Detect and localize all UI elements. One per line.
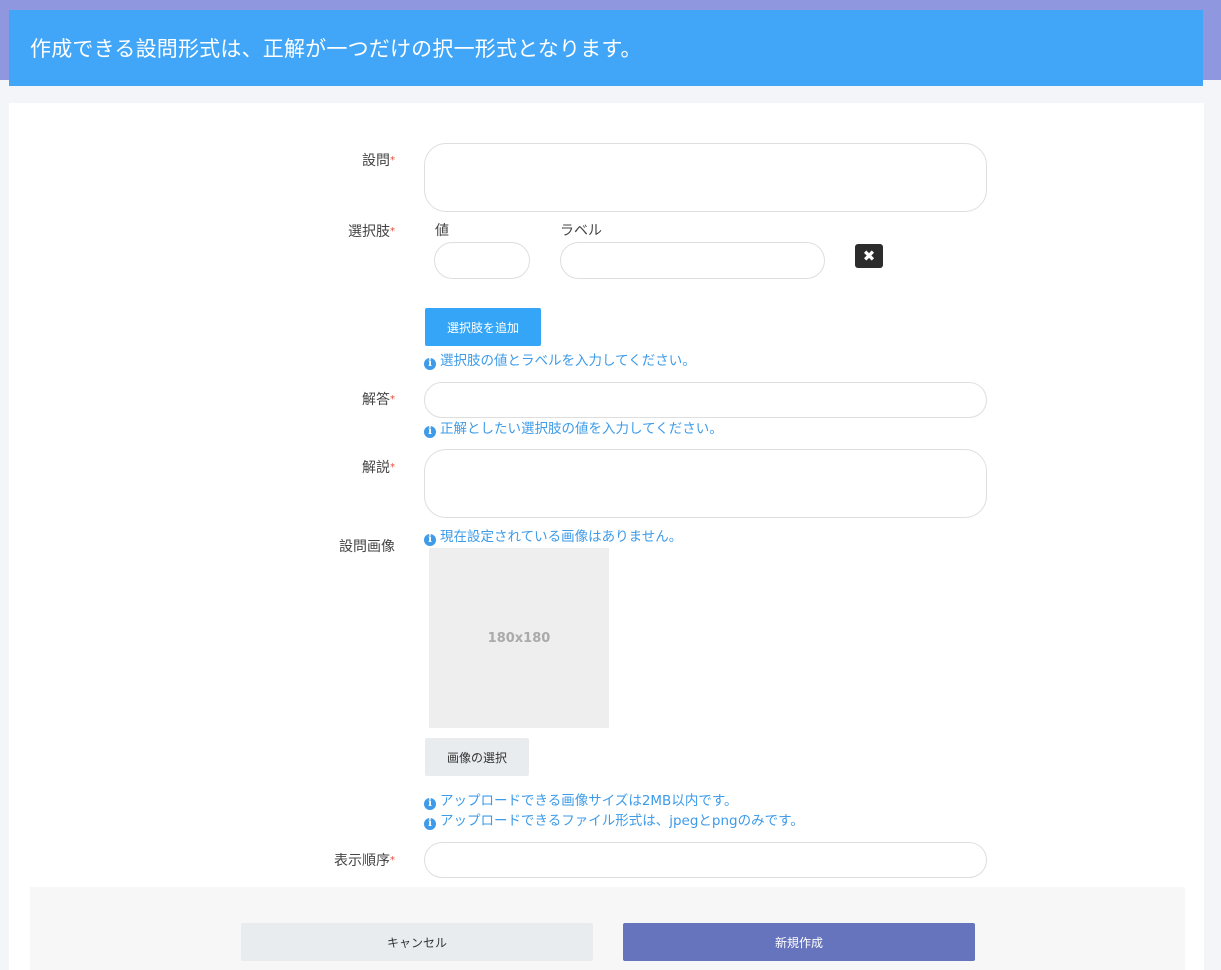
image-label: 設問画像 (339, 539, 395, 555)
remove-choice-button[interactable]: ✖ (855, 244, 883, 268)
choices-help: i 選択肢の値とラベルを入力してください。 (424, 352, 696, 370)
image-placeholder: 180x180 (429, 548, 609, 728)
image-size-help: i アップロードできる画像サイズは2MB以内です。 (424, 792, 737, 810)
answer-label: 解答* (362, 392, 395, 408)
info-icon: i (424, 818, 436, 830)
required-mark: * (390, 394, 395, 405)
image-format-help: i アップロードできるファイル形式は、jpegとpngのみです。 (424, 812, 804, 830)
order-label: 表示順序* (334, 853, 395, 869)
choice-value-header: 値 (435, 223, 449, 239)
form-footer (30, 887, 1185, 970)
select-image-button[interactable]: 画像の選択 (425, 738, 529, 776)
explanation-label: 解説* (362, 460, 395, 476)
choice-value-input[interactable] (434, 242, 530, 279)
order-input[interactable] (424, 842, 987, 878)
choices-label: 選択肢* (348, 224, 395, 240)
info-icon: i (424, 426, 436, 438)
info-icon: i (424, 534, 436, 546)
banner-text: 作成できる設問形式は、正解が一つだけの択一形式となります。 (30, 37, 642, 61)
add-choice-button[interactable]: 選択肢を追加 (425, 308, 541, 346)
info-icon: i (424, 358, 436, 370)
info-icon: i (424, 798, 436, 810)
answer-input[interactable] (424, 382, 987, 418)
required-mark: * (390, 462, 395, 473)
cancel-button[interactable]: キャンセル (241, 923, 593, 961)
required-mark: * (390, 226, 395, 237)
required-mark: * (390, 855, 395, 866)
choice-label-header: ラベル (560, 223, 602, 239)
choice-label-input[interactable] (560, 242, 825, 279)
close-icon: ✖ (862, 246, 876, 265)
answer-help: i 正解としたい選択肢の値を入力してください。 (424, 420, 723, 438)
create-button[interactable]: 新規作成 (623, 923, 975, 961)
image-status: i 現在設定されている画像はありません。 (424, 528, 682, 546)
required-mark: * (390, 155, 395, 166)
question-label: 設問* (362, 153, 395, 169)
question-textarea[interactable] (424, 143, 987, 212)
notice-banner: 作成できる設問形式は、正解が一つだけの択一形式となります。 (9, 10, 1203, 86)
explanation-textarea[interactable] (424, 449, 987, 518)
